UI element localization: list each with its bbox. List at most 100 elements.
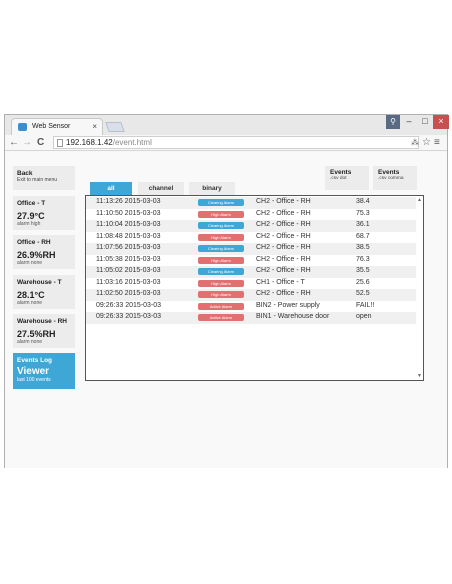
event-row: 11:08:48 2015-03-03 High Alarm CH2 - Offic…: [86, 231, 416, 243]
sensor-office-t[interactable]: Office - T 27.9°C alarm high: [13, 196, 75, 230]
event-channel: CH2 - Office - RH: [256, 221, 311, 228]
event-badge: High Alarm: [198, 291, 244, 298]
sensor-title: Office - T: [17, 200, 46, 207]
sensor-status: alarm none: [17, 300, 43, 306]
address-bar[interactable]: 192.168.1.42/event.html: [53, 136, 419, 149]
event-badge: Clearing Alarm: [198, 222, 244, 229]
event-value: 35.5: [356, 267, 370, 274]
event-row: 11:05:38 2015-03-03 High Alarm CH2 - Offic…: [86, 254, 416, 266]
event-time: 11:13:26 2015-03-03: [96, 198, 161, 205]
event-row: 11:02:50 2015-03-03 High Alarm CH2 - Offic…: [86, 289, 416, 301]
event-value: 38.4: [356, 198, 370, 205]
sensor-value: 27.9°C: [17, 211, 45, 221]
favicon-icon: [18, 123, 27, 131]
events-log-subtitle: last 100 events: [17, 377, 51, 383]
event-badge: Clearing Alarm: [198, 245, 244, 252]
tab-title: Web Sensor: [32, 123, 71, 130]
event-time: 11:08:48 2015-03-03: [96, 232, 161, 240]
event-channel: CH2 - Office - RH: [256, 244, 311, 251]
event-channel: CH2 - Office - RH: [256, 232, 311, 240]
event-value: 25.6: [356, 278, 370, 286]
event-value: 68.7: [356, 232, 370, 240]
events-log-viewer-button[interactable]: Events Log Viewer last 100 events: [13, 353, 75, 389]
close-window-icon[interactable]: ×: [433, 115, 449, 129]
event-channel: CH2 - Office - RH: [256, 198, 311, 205]
event-row: 11:13:26 2015-03-03 Clearing Alarm CH2 - O…: [86, 197, 416, 209]
event-value: 52.5: [356, 290, 370, 297]
back-button[interactable]: Back Exit to main menu: [13, 166, 75, 190]
new-tab-button[interactable]: [105, 122, 125, 132]
forward-arrow-icon[interactable]: →: [22, 137, 32, 148]
tab-channel[interactable]: channel: [138, 182, 184, 195]
event-badge: High Alarm: [198, 256, 244, 264]
browser-tab[interactable]: Web Sensor ×: [11, 118, 103, 135]
event-badge: Clearing Alarm: [198, 268, 244, 275]
back-subtitle: Exit to main menu: [17, 177, 58, 183]
translate-icon[interactable]: ⁂: [411, 138, 419, 147]
event-row: 09:26:33 2015-03-03 Active Alarm BIN1 - Wa…: [86, 312, 416, 324]
back-title: Back: [17, 170, 33, 177]
event-row: 11:10:50 2015-03-03 High Alarm CH2 - Offic…: [86, 208, 416, 220]
page-content: Back Exit to main menu Office - T 27.9°C…: [5, 152, 447, 468]
browser-window: Web Sensor × ⚲ – □ × ← → C 192.168.1.42/…: [4, 114, 449, 468]
tab-all[interactable]: all: [90, 182, 132, 195]
sensor-status: alarm none: [17, 260, 43, 266]
event-channel: CH2 - Office - RH: [256, 290, 311, 297]
page-icon: [57, 139, 63, 147]
event-row: 11:05:02 2015-03-03 Clearing Alarm CH2 - O…: [86, 266, 416, 278]
event-value: 76.3: [356, 255, 370, 263]
event-time: 11:02:50 2015-03-03: [96, 290, 161, 297]
back-arrow-icon[interactable]: ←: [9, 137, 19, 148]
scroll-up-icon[interactable]: ▲: [417, 197, 422, 203]
url-path: /event.html: [112, 138, 152, 147]
event-value: 38.5: [356, 244, 370, 251]
title-bar: Web Sensor × ⚲ – □ ×: [5, 115, 449, 135]
events-log-list[interactable]: 11:13:26 2015-03-03 Clearing Alarm CH2 - O…: [85, 195, 424, 381]
star-icon[interactable]: ☆: [422, 137, 431, 148]
event-row: 11:03:16 2015-03-03 High Alarm CH1 - Offic…: [86, 277, 416, 289]
tab-close-icon[interactable]: ×: [92, 122, 97, 131]
scroll-down-icon[interactable]: ▼: [417, 373, 422, 379]
event-time: 09:26:33 2015-03-03: [96, 301, 161, 309]
event-row: 09:26:33 2015-03-03 Active Alarm BIN2 - Po…: [86, 300, 416, 312]
url-host: 192.168.1.42: [66, 138, 113, 147]
event-badge: Clearing Alarm: [198, 199, 244, 206]
sensor-status: alarm high: [17, 221, 41, 227]
event-channel: CH2 - Office - RH: [256, 267, 311, 274]
sensor-title: Warehouse - T: [17, 279, 62, 286]
sensor-warehouse-t[interactable]: Warehouse - T 28.1°C alarm none: [13, 275, 75, 309]
event-value: 36.1: [356, 221, 370, 228]
event-row: 11:07:56 2015-03-03 Clearing Alarm CH2 - O…: [86, 243, 416, 255]
menu-icon[interactable]: ≡: [434, 137, 440, 148]
event-channel: CH1 - Office - T: [256, 278, 305, 286]
maximize-icon[interactable]: □: [417, 115, 433, 129]
csv-dot-subtitle: .csv dot: [330, 176, 347, 181]
event-channel: CH2 - Office - RH: [256, 255, 311, 263]
event-channel: CH2 - Office - RH: [256, 209, 311, 217]
events-csv-dot-button[interactable]: Events .csv dot: [325, 166, 369, 190]
event-value: open: [356, 313, 372, 320]
events-log-value: Viewer: [17, 366, 50, 377]
event-badge: High Alarm: [198, 210, 244, 218]
events-log-title: Events Log: [17, 357, 53, 364]
event-badge: Active Alarm: [198, 302, 244, 310]
user-icon[interactable]: ⚲: [386, 115, 400, 129]
sensor-value: 26.9%RH: [17, 250, 56, 260]
event-value: FAIL!!: [356, 301, 375, 309]
minimize-icon[interactable]: –: [401, 115, 417, 129]
event-time: 11:07:56 2015-03-03: [96, 244, 161, 251]
events-csv-comma-button[interactable]: Events .csv comma: [373, 166, 417, 190]
event-channel: BIN2 - Power supply: [256, 301, 320, 309]
sensor-office-rh[interactable]: Office - RH 26.9%RH alarm none: [13, 235, 75, 269]
sensor-title: Warehouse - RH: [17, 318, 67, 325]
event-time: 11:05:38 2015-03-03: [96, 255, 161, 263]
sensor-warehouse-rh[interactable]: Warehouse - RH 27.5%RH alarm none: [13, 314, 75, 348]
event-time: 09:26:33 2015-03-03: [96, 313, 161, 320]
csv-dot-title: Events: [330, 169, 352, 176]
tab-binary[interactable]: binary: [189, 182, 235, 195]
event-badge: High Alarm: [198, 233, 244, 241]
event-value: 75.3: [356, 209, 370, 217]
reload-icon[interactable]: C: [37, 137, 44, 148]
event-channel: BIN1 - Warehouse door: [256, 313, 330, 320]
csv-comma-title: Events: [378, 169, 400, 176]
